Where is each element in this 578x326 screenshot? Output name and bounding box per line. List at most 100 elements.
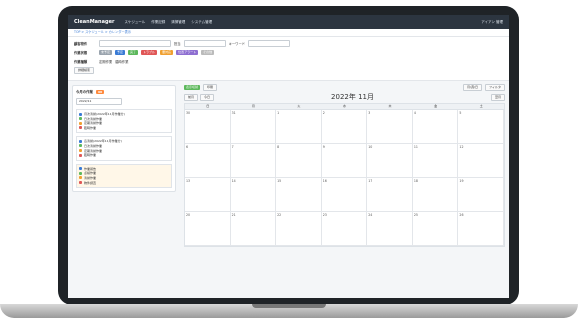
calendar-day-cell[interactable]: 6 [185, 144, 231, 177]
day-number: 30 [186, 110, 191, 115]
toggle-button[interactable]: 表示切替 [184, 85, 201, 90]
next-month-button[interactable]: 翌月 [490, 93, 505, 101]
calendar-day-cell[interactable]: 17 [367, 178, 413, 211]
menu-work-log[interactable]: 作業記録 [151, 20, 165, 25]
calendar-day-cell[interactable]: 2 [322, 110, 368, 143]
calendar-day-cell[interactable]: 23 [322, 212, 368, 245]
calendar-week-row: 13 14 15 16 17 18 19 [185, 178, 504, 212]
left-sidebar: 今月の作業 98 2022/11 月次清掃(2022年11月作業分) 日次清掃作… [68, 81, 180, 291]
calendar-day-cell[interactable]: 4 [413, 110, 459, 143]
calendar-area: 表示切替 印刷 月/週/日 フィルタ 前月 今日 2022年 11月 翌月 日 … [180, 81, 509, 291]
filter-label: 作業種類 [74, 60, 88, 64]
filter-row-1: 顧客物件 担当 キーワード [74, 39, 503, 48]
day-number: 5 [459, 110, 462, 115]
filter-label-staff: 担当 [174, 42, 181, 46]
filter-row-3: 作業種類 定期作業 臨時作業 [74, 57, 503, 66]
calendar-day-cell[interactable]: 9 [322, 144, 368, 177]
calendar-weeks: 30 31 1 2 3 4 5 6 7 8 9 10 11 12 13 14 15 16 17 18 19 20 21 22 2… [185, 110, 504, 246]
staff-select[interactable] [183, 40, 226, 47]
weekday-wed: 水 [342, 104, 346, 108]
calendar-day-cell[interactable]: 3 [367, 110, 413, 143]
work-list-1: 月次清掃(2022年11月作業分) 日次清掃作業 定期清掃作業 臨時作業 [76, 109, 172, 134]
list-item[interactable]: 物件調査 [79, 181, 169, 186]
calendar-day-cell[interactable]: 1 [276, 110, 322, 143]
day-number: 19 [459, 178, 464, 183]
day-number: 21 [231, 212, 236, 217]
color-dot [79, 126, 82, 130]
calendar-grid: 日 月 火 水 木 金 土 30 31 1 2 3 4 5 6 7 8 9 10 11 12 13 14 15 1… [184, 103, 505, 247]
brand-logo[interactable]: CleanManager [74, 19, 114, 25]
day-number: 2 [322, 110, 325, 115]
panel-header: 今月の作業 98 [76, 89, 172, 94]
calendar-day-cell[interactable]: 5 [458, 110, 504, 143]
calendar-day-cell[interactable]: 7 [231, 144, 277, 177]
calendar-day-cell[interactable]: 11 [413, 144, 459, 177]
calendar-day-cell[interactable]: 22 [276, 212, 322, 245]
chip-status[interactable]: 完了 [128, 50, 139, 55]
calendar-day-cell[interactable]: 8 [276, 144, 322, 177]
calendar-day-cell[interactable]: 14 [231, 178, 277, 211]
color-dot [79, 112, 82, 116]
day-number: 26 [459, 212, 464, 217]
print-button[interactable]: 印刷 [203, 84, 218, 91]
calendar-toolbar: 表示切替 印刷 月/週/日 フィルタ [184, 84, 505, 91]
checkbox-temporary[interactable]: 臨時作業 [115, 59, 128, 64]
day-number: 20 [186, 212, 191, 217]
calendar-day-cell[interactable]: 20 [185, 212, 231, 245]
date-input[interactable]: 2022/11 [76, 98, 122, 105]
calendar-week-row: 6 7 8 9 10 11 12 [185, 144, 504, 178]
top-navbar: CleanManager スケジュール 作業記録 清掃管理 システム管理 アイア… [68, 15, 509, 29]
filter-button[interactable]: フィルタ [485, 84, 505, 91]
weekday-fri: 金 [434, 104, 438, 108]
chip-status[interactable]: 未予定 [99, 50, 113, 55]
day-number: 3 [368, 110, 371, 115]
day-number: 1 [277, 110, 280, 115]
monthly-panel: 今月の作業 98 2022/11 月次清掃(2022年11月作業分) 日次清掃作… [72, 85, 176, 193]
today-button[interactable]: 今日 [200, 93, 215, 101]
calendar-day-cell[interactable]: 31 [231, 110, 277, 143]
calendar-day-cell[interactable]: 24 [367, 212, 413, 245]
calendar-day-cell[interactable]: 26 [458, 212, 504, 245]
filter-label: 顧客物件 [74, 42, 88, 46]
calendar-week-row: 30 31 1 2 3 4 5 [185, 110, 504, 144]
chip-status[interactable]: 位置アラート [176, 50, 199, 55]
calendar-day-cell[interactable]: 15 [276, 178, 322, 211]
user-menu[interactable]: アイアン 管理 [481, 20, 503, 25]
chip-status[interactable]: 要対応 [160, 50, 174, 55]
app-screen: CleanManager スケジュール 作業記録 清掃管理 システム管理 アイア… [68, 15, 509, 298]
calendar-day-cell[interactable]: 13 [185, 178, 231, 211]
color-dot [79, 117, 82, 121]
keyword-input[interactable] [248, 40, 291, 47]
weekday-tue: 火 [297, 104, 301, 108]
list-item[interactable]: 臨時作業 [79, 153, 169, 158]
menu-cleaning[interactable]: 清掃管理 [171, 20, 185, 25]
day-number: 11 [413, 144, 418, 149]
menu-schedule[interactable]: スケジュール [124, 20, 145, 25]
property-select[interactable] [99, 40, 171, 47]
checkbox-regular[interactable]: 定期作業 [99, 59, 112, 64]
filter-label-keyword: キーワード [228, 42, 246, 46]
weekday-thu: 木 [388, 104, 392, 108]
chip-status[interactable]: 予定 [115, 50, 126, 55]
calendar-day-cell[interactable]: 18 [413, 178, 459, 211]
list-item[interactable]: 臨時作業 [79, 126, 169, 131]
detail-search-button[interactable]: 詳細検索 [74, 67, 95, 74]
work-list-3: 作業報告 点検作業 清掃作業 物件調査 [76, 163, 172, 189]
prev-month-button[interactable]: 前月 [184, 93, 199, 101]
day-number: 23 [322, 212, 327, 217]
calendar-day-cell[interactable]: 30 [185, 110, 231, 143]
calendar-day-cell[interactable]: 12 [458, 144, 504, 177]
calendar-day-cell[interactable]: 10 [367, 144, 413, 177]
filter-row-4: 詳細検索 [74, 66, 503, 75]
menu-system[interactable]: システム管理 [191, 20, 212, 25]
calendar-day-cell[interactable]: 16 [322, 178, 368, 211]
chip-status[interactable]: その他 [201, 50, 215, 55]
breadcrumb: TOP > スケジュール > カレンダー表示 [68, 29, 509, 37]
day-number: 6 [186, 144, 189, 149]
calendar-day-cell[interactable]: 25 [413, 212, 459, 245]
view-select[interactable]: 月/週/日 [463, 84, 483, 91]
chip-status[interactable]: トラブル [141, 50, 158, 55]
calendar-day-cell[interactable]: 21 [231, 212, 277, 245]
day-number: 15 [277, 178, 282, 183]
calendar-day-cell[interactable]: 19 [458, 178, 504, 211]
